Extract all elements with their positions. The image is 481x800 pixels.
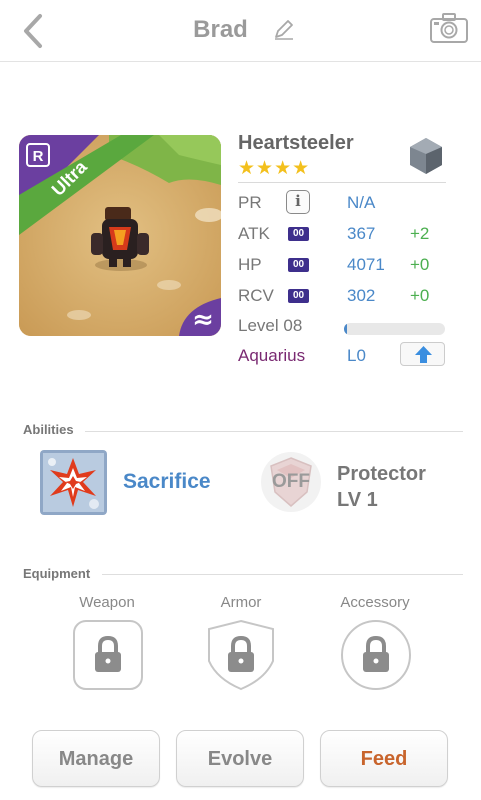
- rcv-bonus: +0: [410, 286, 430, 305]
- abilities-divider: [85, 431, 463, 432]
- stat-row-sign: Aquarius L0: [238, 342, 448, 371]
- accessory-slot[interactable]: [340, 619, 412, 691]
- passive-ability-title: Protector: [337, 463, 426, 485]
- rcv-label: RCV: [238, 286, 274, 305]
- atk-value: 367: [347, 224, 376, 243]
- evolve-button[interactable]: Evolve: [176, 730, 304, 787]
- pr-label: PR: [238, 193, 262, 212]
- stat-row-hp: HP 00 4071 +0: [238, 252, 448, 280]
- armor-slot[interactable]: [205, 619, 277, 691]
- level-progress-bar: [344, 323, 445, 335]
- atk-plus-badge: 00: [288, 227, 309, 241]
- info-icon[interactable]: i: [286, 190, 310, 214]
- sacrifice-ability-icon[interactable]: [40, 450, 107, 515]
- accessory-slot-label: Accessory: [340, 594, 410, 611]
- feed-button[interactable]: Feed: [320, 730, 448, 787]
- stat-row-atk: ATK 00 367 +2: [238, 221, 448, 249]
- edit-pencil-icon[interactable]: [272, 17, 296, 41]
- unit-name: Heartsteeler: [238, 132, 354, 154]
- atk-bonus: +2: [410, 224, 430, 243]
- unit-portrait[interactable]: Ultra R ≈: [19, 135, 221, 336]
- protector-shield-icon[interactable]: OFF: [259, 450, 323, 514]
- passive-ability-level: LV 1: [337, 489, 378, 511]
- star-rating: ★★★★: [238, 158, 311, 179]
- equipment-section-label: Equipment: [23, 566, 91, 581]
- hp-bonus: +0: [410, 255, 430, 274]
- hp-label: HP: [238, 255, 262, 274]
- stat-row-rcv: RCV 00 302 +0: [238, 283, 448, 311]
- top-bar: Brad: [0, 0, 481, 62]
- abilities-section-label: Abilities: [23, 422, 74, 437]
- sign-value: L0: [347, 346, 366, 365]
- weapon-slot[interactable]: [72, 619, 144, 691]
- active-ability-name[interactable]: Sacrifice: [123, 470, 211, 494]
- armor-slot-label: Armor: [220, 594, 262, 611]
- rcv-plus-badge: 00: [288, 289, 309, 303]
- passive-status-text: OFF: [272, 471, 310, 492]
- level-label: Level 08: [238, 316, 303, 335]
- page-title: Brad: [193, 16, 248, 43]
- hp-value: 4071: [347, 255, 385, 274]
- manage-button[interactable]: Manage: [32, 730, 160, 787]
- element-wave-icon: ≈: [192, 305, 214, 335]
- hexagon-gem-icon[interactable]: [406, 136, 446, 176]
- divider: [238, 182, 446, 183]
- atk-label: ATK: [238, 224, 270, 243]
- level-progress-fill: [344, 323, 348, 335]
- badge-letter: R: [33, 148, 44, 165]
- passive-ability-name[interactable]: Protector LV 1: [337, 461, 426, 513]
- stat-row-level: Level 08: [238, 313, 448, 341]
- stat-row-pr: PR i N/A: [238, 190, 448, 218]
- up-arrow-icon: [415, 346, 432, 363]
- equipment-divider: [102, 574, 463, 575]
- pr-value: N/A: [347, 193, 376, 212]
- upgrade-arrow-button[interactable]: [400, 342, 445, 366]
- weapon-slot-label: Weapon: [79, 594, 135, 611]
- hp-plus-badge: 00: [288, 258, 309, 272]
- rcv-value: 302: [347, 286, 376, 305]
- sign-label: Aquarius: [238, 346, 306, 365]
- camera-icon[interactable]: [429, 12, 469, 44]
